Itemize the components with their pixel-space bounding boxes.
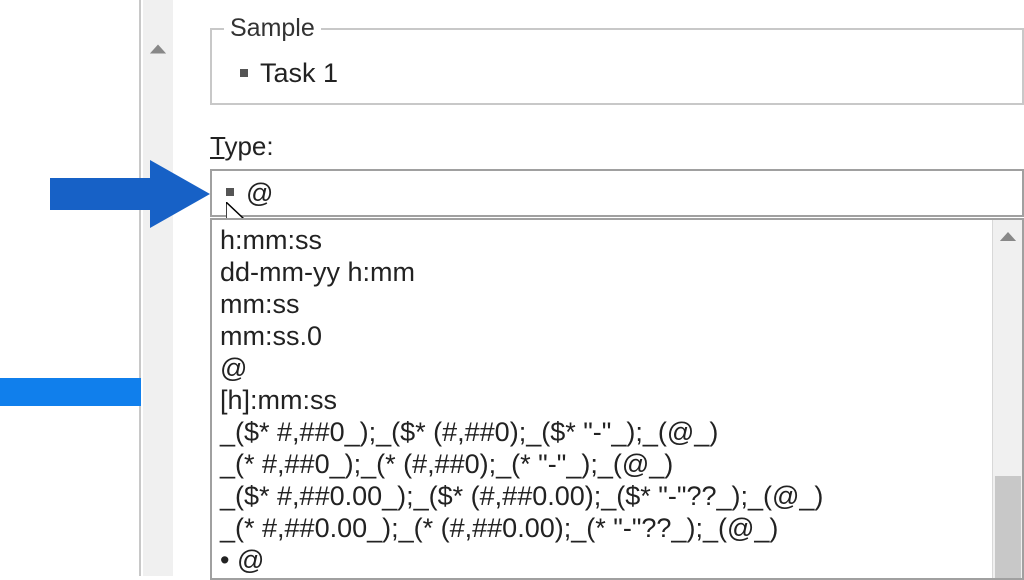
bullet-icon — [240, 69, 248, 77]
type-input-value-text: @ — [246, 178, 273, 208]
type-input-text: @ — [226, 178, 273, 209]
bullet-icon — [226, 188, 234, 196]
list-item[interactable]: _($* #,##0.00_);_($* (#,##0.00);_($* "-"… — [220, 480, 984, 512]
scroll-up-icon[interactable] — [147, 38, 169, 60]
list-item[interactable]: mm:ss — [220, 288, 984, 320]
type-label: Type: — [210, 131, 274, 162]
category-selected-highlight[interactable] — [0, 378, 141, 406]
list-item[interactable]: dd-mm-yy h:mm — [220, 256, 984, 288]
list-item[interactable]: mm:ss.0 — [220, 320, 984, 352]
list-item[interactable]: @ — [220, 352, 984, 384]
format-settings-area: Sample Task 1 Type: @ h:mm:ss dd-mm-yy h… — [210, 0, 1024, 576]
listbox-scrollbar[interactable] — [992, 220, 1022, 578]
scroll-thumb[interactable] — [995, 476, 1021, 578]
sample-text: Task 1 — [260, 58, 338, 88]
format-type-listbox[interactable]: h:mm:ss dd-mm-yy h:mm mm:ss mm:ss.0 @ [h… — [210, 218, 1024, 580]
format-type-list-viewport: h:mm:ss dd-mm-yy h:mm mm:ss mm:ss.0 @ [h… — [212, 220, 992, 578]
sample-label: Sample — [224, 14, 321, 43]
list-item[interactable]: • @ — [220, 544, 984, 576]
sample-groupbox: Sample Task 1 — [210, 28, 1024, 105]
sample-preview-value: Task 1 — [240, 58, 1010, 89]
type-input[interactable]: @ — [210, 169, 1024, 217]
list-item[interactable]: h:mm:ss — [220, 224, 984, 256]
category-scrollbar[interactable] — [143, 0, 173, 576]
list-item[interactable]: _($* #,##0_);_($* (#,##0);_($* "-"_);_(@… — [220, 416, 984, 448]
category-panel — [0, 0, 141, 576]
type-label-accel: T — [210, 131, 224, 161]
type-label-rest: ype: — [224, 131, 273, 161]
scroll-up-icon[interactable] — [998, 226, 1018, 246]
list-item[interactable]: _(* #,##0_);_(* (#,##0);_(* "-"_);_(@_) — [220, 448, 984, 480]
list-item[interactable]: _(* #,##0.00_);_(* (#,##0.00);_(* "-"??_… — [220, 512, 984, 544]
list-item[interactable]: [h]:mm:ss — [220, 384, 984, 416]
